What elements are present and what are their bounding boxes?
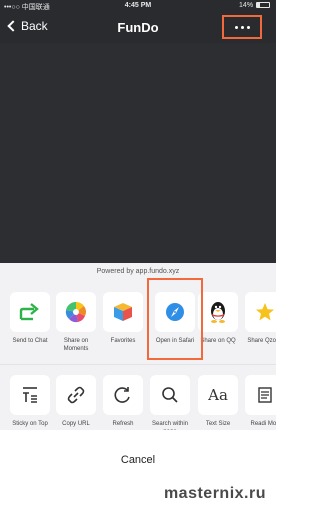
refresh-button[interactable]: Refresh (101, 375, 145, 428)
text-size-button[interactable]: Aa Text Size (196, 375, 240, 428)
battery-status: 14% (239, 2, 270, 9)
share-qq-button[interactable]: Share on QQ (196, 292, 240, 345)
battery-percent: 14% (239, 2, 254, 9)
safari-compass-icon (155, 292, 195, 332)
web-content-area (0, 43, 276, 263)
favorites-button[interactable]: Favorites (101, 292, 145, 345)
status-bar: •••○○ 中国联通 4:45 PM 14% (0, 0, 276, 13)
more-options-button[interactable] (222, 15, 262, 39)
sticky-on-top-label: Sticky on Top (12, 421, 48, 427)
share-row: Send to Chat Share on Moments Favorites … (0, 280, 276, 358)
share-qq-label: Share on QQ (200, 338, 236, 344)
more-dot (240, 25, 244, 29)
navigation-bar: Back FunDo (0, 13, 276, 43)
moments-icon (56, 292, 96, 332)
open-in-safari-label: Open in Safari (155, 338, 195, 344)
search-within-page-button[interactable]: Search within page (148, 375, 192, 430)
link-icon (56, 375, 96, 415)
open-in-safari-button[interactable]: Open in Safari (153, 292, 197, 345)
cancel-area: Cancel masternix.ru (0, 430, 276, 508)
reader-mode-button[interactable]: Readi Mod (243, 375, 276, 428)
share-qzone-button[interactable]: Share Qzone (243, 292, 276, 345)
share-moments-button[interactable]: Share on Moments (54, 292, 98, 353)
text-size-icon: Aa (198, 375, 238, 415)
favorites-label: Favorites (110, 338, 136, 344)
reader-mode-icon (245, 375, 276, 415)
send-to-chat-icon (10, 292, 50, 332)
action-row: Sticky on Top Copy URL Refresh Search wi… (0, 364, 276, 430)
text-size-glyph: Aa (208, 386, 228, 404)
refresh-label: Refresh (112, 421, 134, 427)
search-icon (150, 375, 190, 415)
phone-screen: •••○○ 中国联通 4:45 PM 14% Back FunDo Powere… (0, 0, 276, 508)
more-dot (246, 25, 250, 29)
watermark: masternix.ru (163, 485, 266, 502)
refresh-icon (103, 375, 143, 415)
qzone-star-icon (245, 292, 276, 332)
send-to-chat-label: Send to Chat (12, 338, 48, 344)
clock: 4:45 PM (124, 2, 152, 9)
reader-mode-label: Readi Mod (250, 421, 276, 427)
send-to-chat-button[interactable]: Send to Chat (8, 292, 52, 345)
sticky-top-icon (10, 375, 50, 415)
copy-url-button[interactable]: Copy URL (54, 375, 98, 428)
qq-penguin-icon (198, 292, 238, 332)
more-dots-icon (234, 25, 238, 29)
cancel-button[interactable]: Cancel (0, 454, 276, 466)
sticky-on-top-button[interactable]: Sticky on Top (8, 375, 52, 428)
favorites-cube-icon (103, 292, 143, 332)
battery-icon (256, 2, 270, 8)
copy-url-label: Copy URL (62, 421, 90, 427)
search-within-page-label: Search within page (151, 421, 189, 430)
powered-by-label: Powered by app.fundo.xyz (96, 268, 180, 275)
share-qzone-label: Share Qzone (247, 338, 276, 344)
share-moments-label: Share on Moments (63, 338, 89, 352)
text-size-label: Text Size (205, 421, 231, 427)
